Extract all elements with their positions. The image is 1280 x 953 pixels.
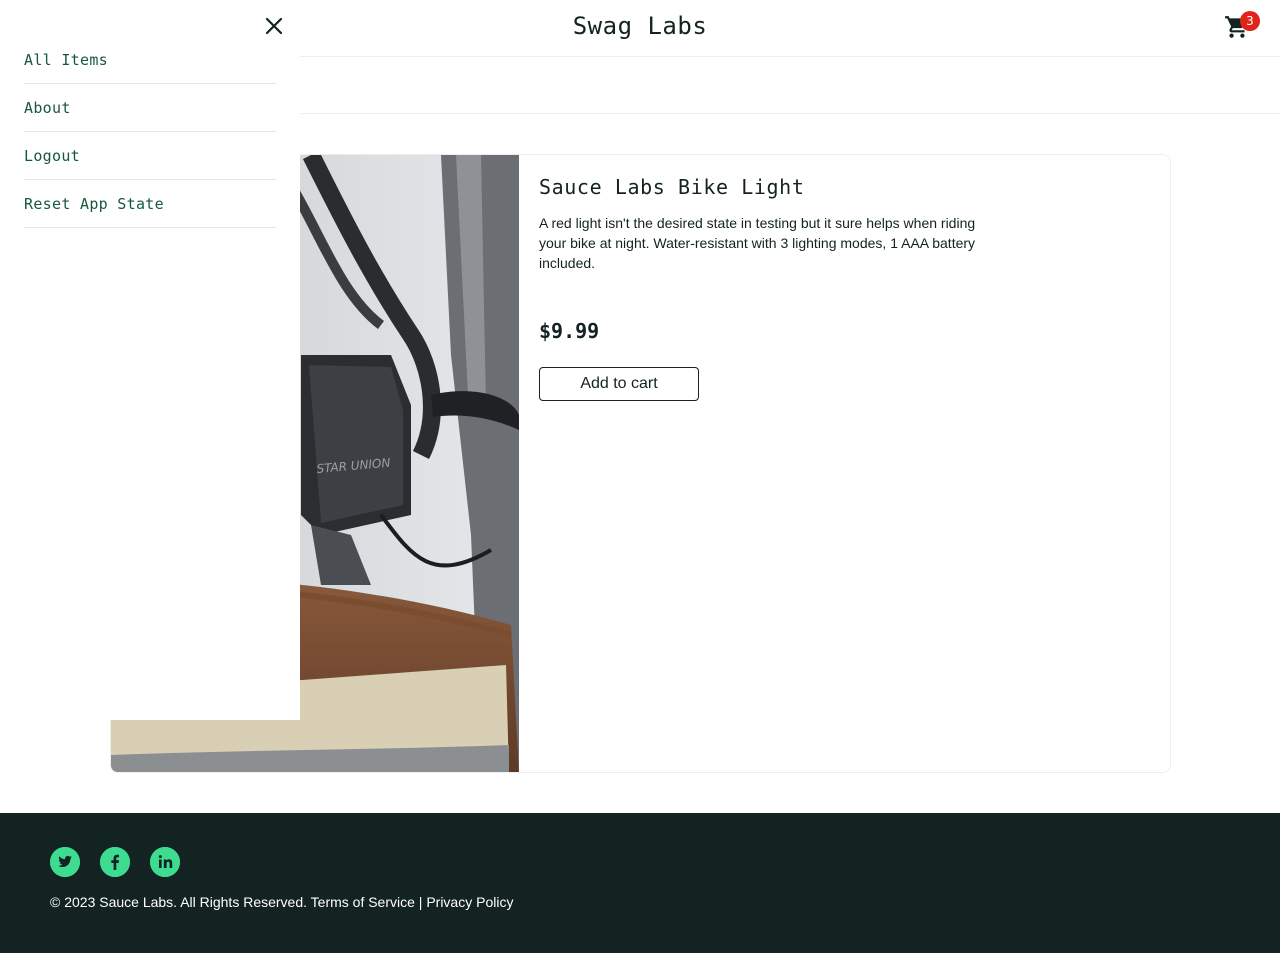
menu-item-all-items[interactable]: All Items — [24, 36, 276, 84]
footer: © 2023 Sauce Labs. All Rights Reserved. … — [0, 813, 1280, 953]
menu-item-about[interactable]: About — [24, 84, 276, 132]
facebook-link[interactable] — [100, 847, 130, 877]
product-description: A red light isn't the desired state in t… — [539, 215, 976, 271]
product-price: $9.99 — [539, 319, 600, 343]
product-name: Sauce Labs Bike Light — [539, 175, 805, 199]
linkedin-icon — [150, 847, 180, 877]
cart-badge: 3 — [1240, 11, 1260, 31]
twitter-icon — [50, 847, 80, 877]
menu-list: All Items About Logout Reset App State — [24, 36, 276, 228]
facebook-icon — [100, 847, 130, 877]
twitter-link[interactable] — [50, 847, 80, 877]
add-to-cart-button[interactable]: Add to cart — [539, 367, 699, 401]
linkedin-link[interactable] — [150, 847, 180, 877]
side-menu: All Items About Logout Reset App State — [0, 0, 300, 720]
close-icon — [265, 17, 283, 35]
menu-item-logout[interactable]: Logout — [24, 132, 276, 180]
product-details: Sauce Labs Bike Light A red light isn't … — [539, 175, 999, 401]
footer-copyright: © 2023 Sauce Labs. All Rights Reserved. … — [50, 894, 514, 910]
menu-item-reset-app-state[interactable]: Reset App State — [24, 180, 276, 228]
menu-close-button[interactable] — [262, 14, 286, 38]
